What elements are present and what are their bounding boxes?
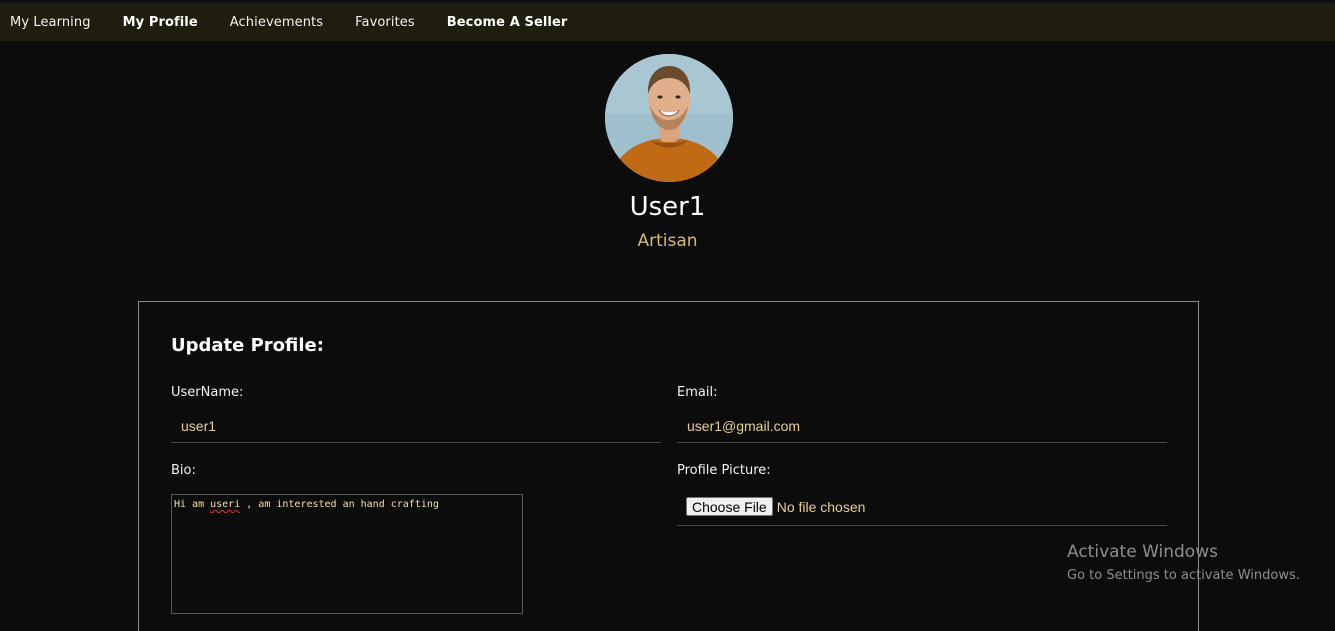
file-status: No file chosen: [776, 498, 866, 515]
top-nav: My Learning My Profile Achievements Favo…: [0, 0, 1335, 41]
username-label: UserName:: [171, 385, 244, 400]
profile-role: Artisan: [637, 231, 698, 251]
bio-textarea[interactable]: Hi am useri , am interested an hand craf…: [171, 494, 523, 614]
profile-picture-input: Choose File No file chosen: [677, 488, 1167, 526]
nav-achievements[interactable]: Achievements: [230, 15, 323, 30]
profile-name: User1: [629, 192, 706, 222]
user-photo-icon: [605, 54, 733, 182]
bio-misspelled-word: useri: [210, 499, 241, 510]
avatar: [605, 54, 733, 182]
activate-windows-subtitle: Go to Settings to activate Windows.: [1067, 568, 1300, 583]
username-input[interactable]: user1: [171, 409, 661, 443]
nav-my-learning[interactable]: My Learning: [10, 15, 91, 30]
bio-label: Bio:: [171, 463, 196, 478]
activate-windows-title: Activate Windows: [1067, 542, 1218, 562]
update-profile-panel: Update Profile: UserName: user1 Email: u…: [138, 301, 1199, 631]
nav-favorites[interactable]: Favorites: [355, 15, 415, 30]
bio-text: Hi am: [174, 499, 211, 510]
email-label: Email:: [677, 385, 718, 400]
choose-file-button[interactable]: Choose File: [686, 497, 773, 516]
bio-text-rest: , am interested an hand crafting: [240, 499, 439, 510]
nav-become-a-seller[interactable]: Become A Seller: [447, 15, 568, 30]
profile-picture-label: Profile Picture:: [677, 463, 771, 478]
update-profile-title: Update Profile:: [171, 335, 324, 356]
email-input[interactable]: user1@gmail.com: [677, 409, 1167, 443]
nav-my-profile[interactable]: My Profile: [123, 15, 198, 30]
